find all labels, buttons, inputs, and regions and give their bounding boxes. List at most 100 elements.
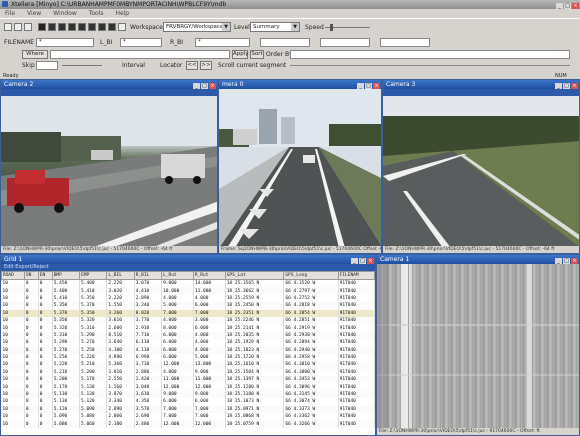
table-row[interactable]: 10 0 0 5.170 5.130 1.560 3.040 12.000 12.000 18 2… xyxy=(1,383,375,391)
grid-column-header[interactable]: EMP xyxy=(79,271,108,280)
scroll-slider[interactable] xyxy=(290,65,570,66)
table-row[interactable]: 10 0 0 5.220 5.210 5.360 3.710 12.000 13.000 18 2… xyxy=(1,361,375,369)
workspace-select[interactable]: FRVBRGY/Workspace ▼ xyxy=(163,22,231,32)
grid-column-header[interactable]: L_Rut xyxy=(161,271,194,280)
grid-column-header[interactable]: BMP xyxy=(51,271,81,280)
skip-back-icon[interactable] xyxy=(48,23,56,31)
camera0-title-bar[interactable]: mera 0 _ □ × xyxy=(219,80,381,89)
table-cell: 5.090 xyxy=(79,405,108,414)
pause-icon[interactable] xyxy=(68,23,76,31)
fast-forward-icon[interactable] xyxy=(88,23,96,31)
sort-button[interactable]: Sort xyxy=(250,50,264,59)
table-cell: 3.340 xyxy=(106,398,135,406)
stop-icon[interactable] xyxy=(38,23,46,31)
grid-column-header[interactable]: ROAD xyxy=(1,271,25,280)
camera2-window[interactable]: Camera 2 _ □ × File: Z:\1ONHWPR-30\prior… xyxy=(0,79,218,254)
menu-file[interactable]: File xyxy=(5,10,15,17)
grid-column-header[interactable]: GPS_Long xyxy=(283,271,339,280)
extra-filter-2[interactable] xyxy=(320,38,370,47)
print-button[interactable] xyxy=(24,23,32,31)
table-cell: 0 xyxy=(38,287,53,295)
open-button[interactable] xyxy=(4,23,12,31)
table-row[interactable]: 10 0 0 5.370 5.350 3.260 8.020 7.000 7.000 18 25.… xyxy=(1,309,375,317)
camera1-title-bar[interactable]: Camera 1 _ □ × xyxy=(377,255,579,264)
locator-next-button[interactable]: >> xyxy=(200,61,212,70)
table-cell: 66 4.3096 W xyxy=(283,383,339,391)
grid-header-row: ROAD SN EN BMP EMP L_BIL R_BIL L_Rut R_Rut GPS_La… xyxy=(1,271,375,280)
menu-window[interactable]: Window xyxy=(53,10,77,17)
table-cell: 18 25.3662 N xyxy=(225,287,285,295)
table-row[interactable]: 10 0 0 5.090 5.080 2.060 2.690 7.000 7.000 18 25.… xyxy=(1,413,375,421)
extra-filter-3[interactable] xyxy=(380,38,430,47)
camera-icon[interactable] xyxy=(118,23,126,31)
camera2-title-bar[interactable]: Camera 2 _ □ × xyxy=(1,80,217,89)
filename-input[interactable]: * xyxy=(36,38,94,47)
table-row[interactable]: 10 0 0 5.080 5.060 2.180 2.480 12.000 12.000 18 2… xyxy=(1,420,375,428)
table-cell: 91T040 xyxy=(338,339,375,347)
menu-help[interactable]: Help xyxy=(115,10,129,17)
camera0-footer: Frame: Sq1ONHWPB-30\prio\VIDEO\5\dpf51\c… xyxy=(219,246,381,253)
table-row[interactable]: 10 0 0 5.350 5.320 3.610 3.770 4.000 3.000 18 25.… xyxy=(1,316,375,325)
extra-filter-1[interactable] xyxy=(260,38,310,47)
camera0-window[interactable]: mera 0 _ □ × Frame: Sq1ONHWPB-30\prio\VI… xyxy=(218,79,382,254)
table-row[interactable]: 10 0 0 5.130 5.120 3.340 4.350 6.000 6.000 18 25.… xyxy=(1,398,375,406)
grid-menu[interactable]: Edit Export/Reject xyxy=(1,264,375,271)
table-cell: 18 25.1073 N xyxy=(225,398,285,406)
table-row[interactable]: 10 0 0 5.290 5.270 3.640 6.110 6.000 4.000 18 25.… xyxy=(1,339,375,347)
camera3-title-bar[interactable]: Camera 3 _ □ × xyxy=(383,80,579,89)
table-cell: 10 xyxy=(1,331,25,340)
skip-input[interactable] xyxy=(36,61,58,70)
grid-column-header[interactable]: R_Rut xyxy=(192,271,226,280)
table-row[interactable]: 10 0 0 5.200 5.170 2.550 2.420 11.000 11.000 18 2… xyxy=(1,376,375,384)
order-input[interactable] xyxy=(290,50,570,59)
rbi-input[interactable]: * xyxy=(195,38,250,47)
where-button[interactable]: Where xyxy=(22,50,48,59)
speed-slider-thumb[interactable] xyxy=(330,24,333,31)
table-row[interactable]: 10 0 0 5.320 5.310 2.600 2.910 8.000 6.000 18 25.… xyxy=(1,324,375,332)
grid-column-header[interactable]: FILENAM xyxy=(337,271,375,280)
table-row[interactable]: 10 0 0 5.270 5.250 4.100 4.110 6.000 4.000 18 25.… xyxy=(1,346,375,354)
table-cell: 1.550 xyxy=(106,302,135,310)
skip-slider[interactable] xyxy=(62,65,102,66)
table-row[interactable]: 10 0 0 5.250 5.220 4.890 6.990 6.000 5.000 18 25.… xyxy=(1,353,375,362)
table-row[interactable]: 10 0 0 5.450 5.400 2.220 3.070 9.000 14.000 18 25… xyxy=(1,279,375,288)
save-button[interactable] xyxy=(14,23,22,31)
play-icon[interactable] xyxy=(58,23,66,31)
table-row[interactable]: 10 0 0 5.120 5.090 2.890 3.570 7.000 7.000 18 25.… xyxy=(1,405,375,414)
table-row[interactable]: 10 0 0 5.210 5.200 3.010 2.880 4.000 9.000 18 25.… xyxy=(1,368,375,377)
grid-column-header[interactable]: SN xyxy=(23,271,39,280)
menu-tools[interactable]: Tools xyxy=(89,10,104,17)
table-cell: 0 xyxy=(24,368,39,377)
level-select[interactable]: Summary ▼ xyxy=(250,22,300,32)
table-row[interactable]: 10 0 0 5.400 5.410 3.020 4.410 10.000 11.000 18 2… xyxy=(1,287,375,295)
table-row[interactable]: 10 0 0 5.410 5.350 2.220 2.890 4.000 4.000 18 25.… xyxy=(1,294,375,303)
lbi-input[interactable]: * xyxy=(120,38,162,47)
camera1-window[interactable]: Camera 1 _ □ × File: Z:\1ONHWPR-30\prior\V… xyxy=(376,254,580,436)
table-cell: 8.000 xyxy=(161,324,194,332)
grid-column-header[interactable]: R_BIL xyxy=(133,271,163,280)
grid-column-header[interactable]: EN xyxy=(37,271,53,280)
grid-column-header[interactable]: L_BIL xyxy=(106,271,135,280)
end-icon[interactable] xyxy=(98,23,106,31)
camera3-window[interactable]: Camera 3 _ □ × File: Z:\1ONHWPR-30\prior\V… xyxy=(382,79,580,254)
loop-icon[interactable] xyxy=(108,23,116,31)
grid-title-bar[interactable]: Grid 1 _ □ × xyxy=(1,255,375,264)
locator-prev-button[interactable]: << xyxy=(186,61,198,70)
table-row[interactable]: 10 0 0 5.350 5.370 1.550 3.240 5.000 6.000 18 25.… xyxy=(1,302,375,310)
table-cell: 2.890 xyxy=(134,294,163,303)
grid-title: Grid 1 xyxy=(4,256,23,263)
table-cell: 5.200 xyxy=(52,376,81,384)
table-cell: 5.450 xyxy=(52,279,81,288)
table-cell: 5.270 xyxy=(79,339,108,347)
table-row[interactable]: 10 0 0 5.130 5.130 3.870 3.610 9.000 9.000 18 25.… xyxy=(1,390,375,399)
apply-button[interactable]: Apply xyxy=(232,50,249,59)
mdi-workspace: Camera 2 _ □ × File: Z:\1ONHWPR-30\prior… xyxy=(0,79,580,436)
where-input[interactable] xyxy=(50,50,230,59)
table-cell: 5.320 xyxy=(79,316,108,325)
grid-column-header[interactable]: GPS_Lat xyxy=(224,271,285,280)
grid-window[interactable]: Grid 1 _ □ × Edit Export/Reject ROAD SN EN BM… xyxy=(0,254,376,436)
camera1-title: Camera 1 xyxy=(380,256,410,263)
table-row[interactable]: 10 0 0 5.310 5.290 8.510 7.710 6.000 4.000 18 25.… xyxy=(1,331,375,340)
menu-view[interactable]: View xyxy=(27,10,41,17)
skip-forward-icon[interactable] xyxy=(78,23,86,31)
